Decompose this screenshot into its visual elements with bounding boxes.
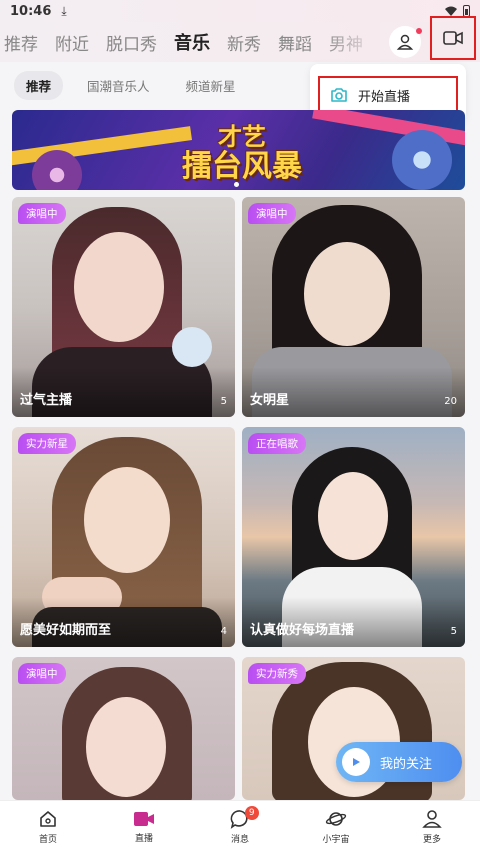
status-badge: 实力新星 — [18, 433, 76, 454]
status-bar: 10:46 ⤓ — [0, 0, 480, 22]
banner-title-line1: 才艺 — [218, 122, 266, 151]
nav-more-label: 更多 — [422, 835, 441, 845]
live-video-icon — [134, 812, 154, 826]
notification-dot — [416, 28, 422, 34]
camera-icon — [331, 88, 347, 102]
tab-recommend[interactable]: 推荐 — [4, 30, 38, 55]
banner-title: 才艺 擂台风暴 — [132, 122, 352, 182]
play-icon — [342, 748, 370, 776]
wifi-icon — [445, 6, 457, 16]
subtab-guochao[interactable]: 国潮音乐人 — [75, 71, 162, 100]
viewer-count: 4 — [220, 626, 227, 637]
live-card[interactable]: 正在唱歌 认真做好每场直播 5 — [242, 427, 465, 647]
status-badge: 演唱中 — [18, 203, 66, 224]
tab-music[interactable]: 音乐 — [174, 29, 210, 55]
status-badge: 正在唱歌 — [248, 433, 306, 454]
banner-title-line2: 擂台风暴 — [182, 149, 302, 184]
download-icon: ⤓ — [61, 3, 67, 18]
top-nav: 推荐 附近 脱口秀 音乐 新秀 舞蹈 男神 — [0, 16, 480, 62]
home-icon — [40, 811, 56, 827]
bottom-nav: 首页 直播 消息 9 小宇宙 更多 — [0, 800, 480, 853]
streamer-name: 过气主播 — [20, 393, 73, 408]
tabs-fade — [320, 22, 380, 62]
nav-messages[interactable]: 消息 9 — [192, 801, 288, 853]
live-card[interactable]: 演唱中 — [12, 657, 235, 800]
live-card[interactable]: 实力新星 愿美好如期而至 4 — [12, 427, 235, 647]
status-badge: 演唱中 — [248, 203, 296, 224]
promo-banner[interactable]: 才艺 擂台风暴 — [12, 110, 465, 190]
streamer-name: 愿美好如期而至 — [20, 623, 112, 638]
nav-messages-label: 消息 — [230, 835, 249, 845]
viewer-count: 20 — [444, 396, 457, 407]
tab-nearby[interactable]: 附近 — [55, 30, 89, 55]
nav-home[interactable]: 首页 — [0, 801, 96, 853]
tab-newcomer[interactable]: 新秀 — [227, 30, 261, 55]
streamer-name: 认真做好每场直播 — [250, 623, 355, 638]
subtab-new-stars[interactable]: 频道新星 — [174, 71, 248, 100]
nav-live-label: 直播 — [134, 834, 153, 844]
nav-more[interactable]: 更多 — [384, 801, 480, 853]
status-badge: 实力新秀 — [248, 663, 306, 684]
start-live-label: 开始直播 — [358, 89, 411, 105]
message-count-badge: 9 — [244, 806, 259, 820]
person-icon — [422, 810, 442, 828]
video-camera-icon — [443, 31, 463, 45]
status-time: 10:46 — [10, 3, 52, 19]
tab-talkshow[interactable]: 脱口秀 — [106, 30, 157, 55]
live-card[interactable]: 演唱中 过气主播 5 — [12, 197, 235, 417]
status-badge: 演唱中 — [18, 663, 66, 684]
subtab-recommend[interactable]: 推荐 — [14, 70, 64, 100]
my-follows-button[interactable]: 我的关注 — [336, 742, 462, 782]
nav-live[interactable]: 直播 — [96, 801, 192, 853]
viewer-count: 5 — [450, 626, 457, 637]
nav-universe[interactable]: 小宇宙 — [288, 801, 384, 853]
live-card[interactable]: 演唱中 女明星 20 — [242, 197, 465, 417]
nav-home-label: 首页 — [38, 835, 57, 845]
vinyl-disc-image — [392, 130, 452, 190]
tab-dance[interactable]: 舞蹈 — [278, 30, 312, 55]
my-follows-label: 我的关注 — [380, 756, 433, 772]
viewer-count: 5 — [220, 396, 227, 407]
start-live-option[interactable]: 开始直播 — [318, 76, 458, 114]
nav-universe-label: 小宇宙 — [322, 835, 350, 845]
banner-pager — [234, 182, 239, 187]
user-icon — [396, 34, 414, 50]
planet-icon — [325, 812, 347, 826]
streamer-name: 女明星 — [250, 393, 290, 408]
go-live-button[interactable] — [430, 16, 476, 60]
pager-dot — [234, 182, 239, 187]
